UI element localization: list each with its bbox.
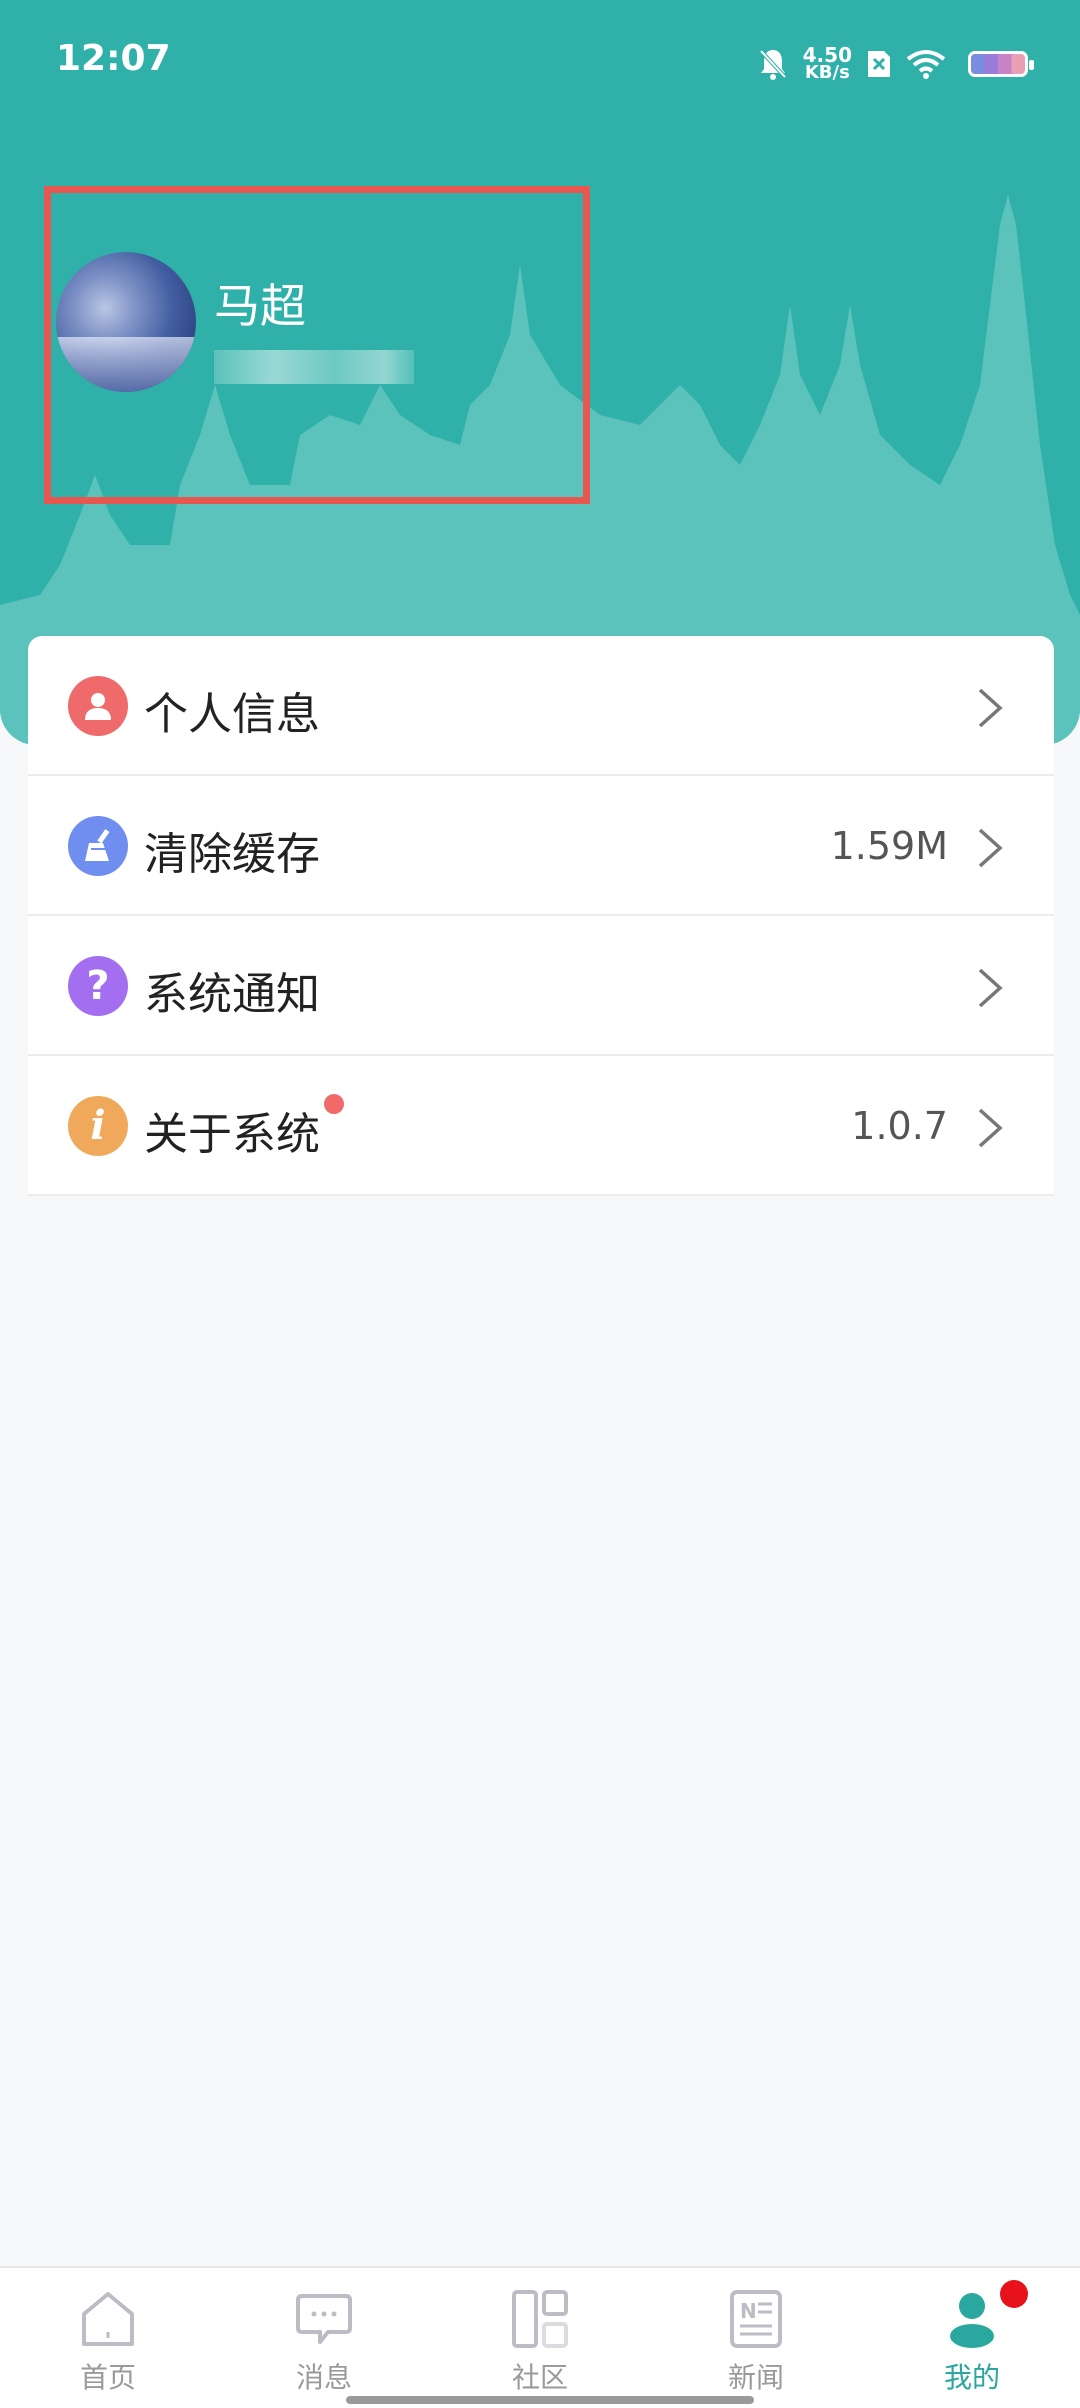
version-value: 1.0.7 — [851, 1104, 948, 1148]
menu-item-label: 关于系统 — [144, 1109, 320, 1160]
status-icons: 4.50 KB/s — [757, 42, 1034, 86]
update-badge — [324, 1094, 344, 1114]
profile-name: 马超 — [214, 279, 306, 333]
tab-community[interactable]: 社区 — [432, 2268, 648, 2408]
chevron-right-icon — [978, 1108, 1003, 1148]
home-indicator[interactable] — [346, 2396, 754, 2404]
menu-item-label: 系统通知 — [144, 969, 320, 1020]
notification-badge — [1000, 2280, 1028, 2308]
menu-item-clear-cache[interactable]: 清除缓存 1.59M — [28, 776, 1054, 916]
tab-messages[interactable]: 消息 — [216, 2268, 432, 2408]
broom-icon — [68, 816, 128, 876]
menu-item-label: 清除缓存 — [144, 829, 320, 880]
battery-icon — [968, 51, 1034, 77]
news-icon: N — [730, 2290, 782, 2348]
wifi-icon — [906, 50, 946, 79]
tab-label: 消息 — [295, 2361, 352, 2394]
profile-account-blurred — [214, 350, 414, 384]
tab-home[interactable]: 首页 — [0, 2268, 216, 2408]
cache-size-value: 1.59M — [830, 824, 948, 868]
network-speed: 4.50 KB/s — [803, 45, 852, 83]
home-icon — [82, 2292, 134, 2346]
menu-item-system-notification[interactable]: ? 系统通知 — [28, 916, 1054, 1056]
user-icon — [950, 2293, 994, 2348]
status-bar: 12:07 4.50 KB/s — [0, 0, 1080, 120]
status-time: 12:07 — [56, 38, 171, 79]
bell-muted-icon — [759, 49, 787, 80]
person-icon — [68, 676, 128, 736]
settings-menu: 个人信息 清除缓存 1.59M ? 系统通知 i 关于系统 1.0.7 — [28, 636, 1054, 1196]
tab-label: 社区 — [511, 2361, 568, 2394]
bottom-tab-bar: 首页 消息 社区 N 新闻 我的 — [0, 2266, 1080, 2408]
sim-x-icon — [868, 51, 890, 77]
tab-news[interactable]: N 新闻 — [648, 2268, 864, 2408]
chevron-right-icon — [978, 968, 1003, 1008]
net-speed-unit: KB/s — [804, 62, 850, 83]
info-icon: i — [68, 1096, 128, 1156]
profile-header: 12:07 4.50 KB/s 马超 — [0, 0, 1080, 745]
menu-item-about-system[interactable]: i 关于系统 1.0.7 — [28, 1056, 1054, 1196]
tab-label: 我的 — [943, 2361, 1000, 2394]
question-icon: ? — [68, 956, 128, 1016]
tab-mine[interactable]: 我的 — [864, 2268, 1080, 2408]
tab-label: 新闻 — [727, 2361, 784, 2394]
grid-icon — [512, 2290, 568, 2348]
message-icon — [296, 2294, 352, 2344]
svg-text:N: N — [740, 2299, 757, 2323]
chevron-right-icon — [978, 828, 1003, 868]
chevron-right-icon — [978, 688, 1003, 728]
avatar[interactable] — [56, 252, 196, 392]
menu-item-label: 个人信息 — [144, 689, 320, 740]
menu-item-personal-info[interactable]: 个人信息 — [28, 636, 1054, 776]
tab-label: 首页 — [79, 2361, 136, 2394]
